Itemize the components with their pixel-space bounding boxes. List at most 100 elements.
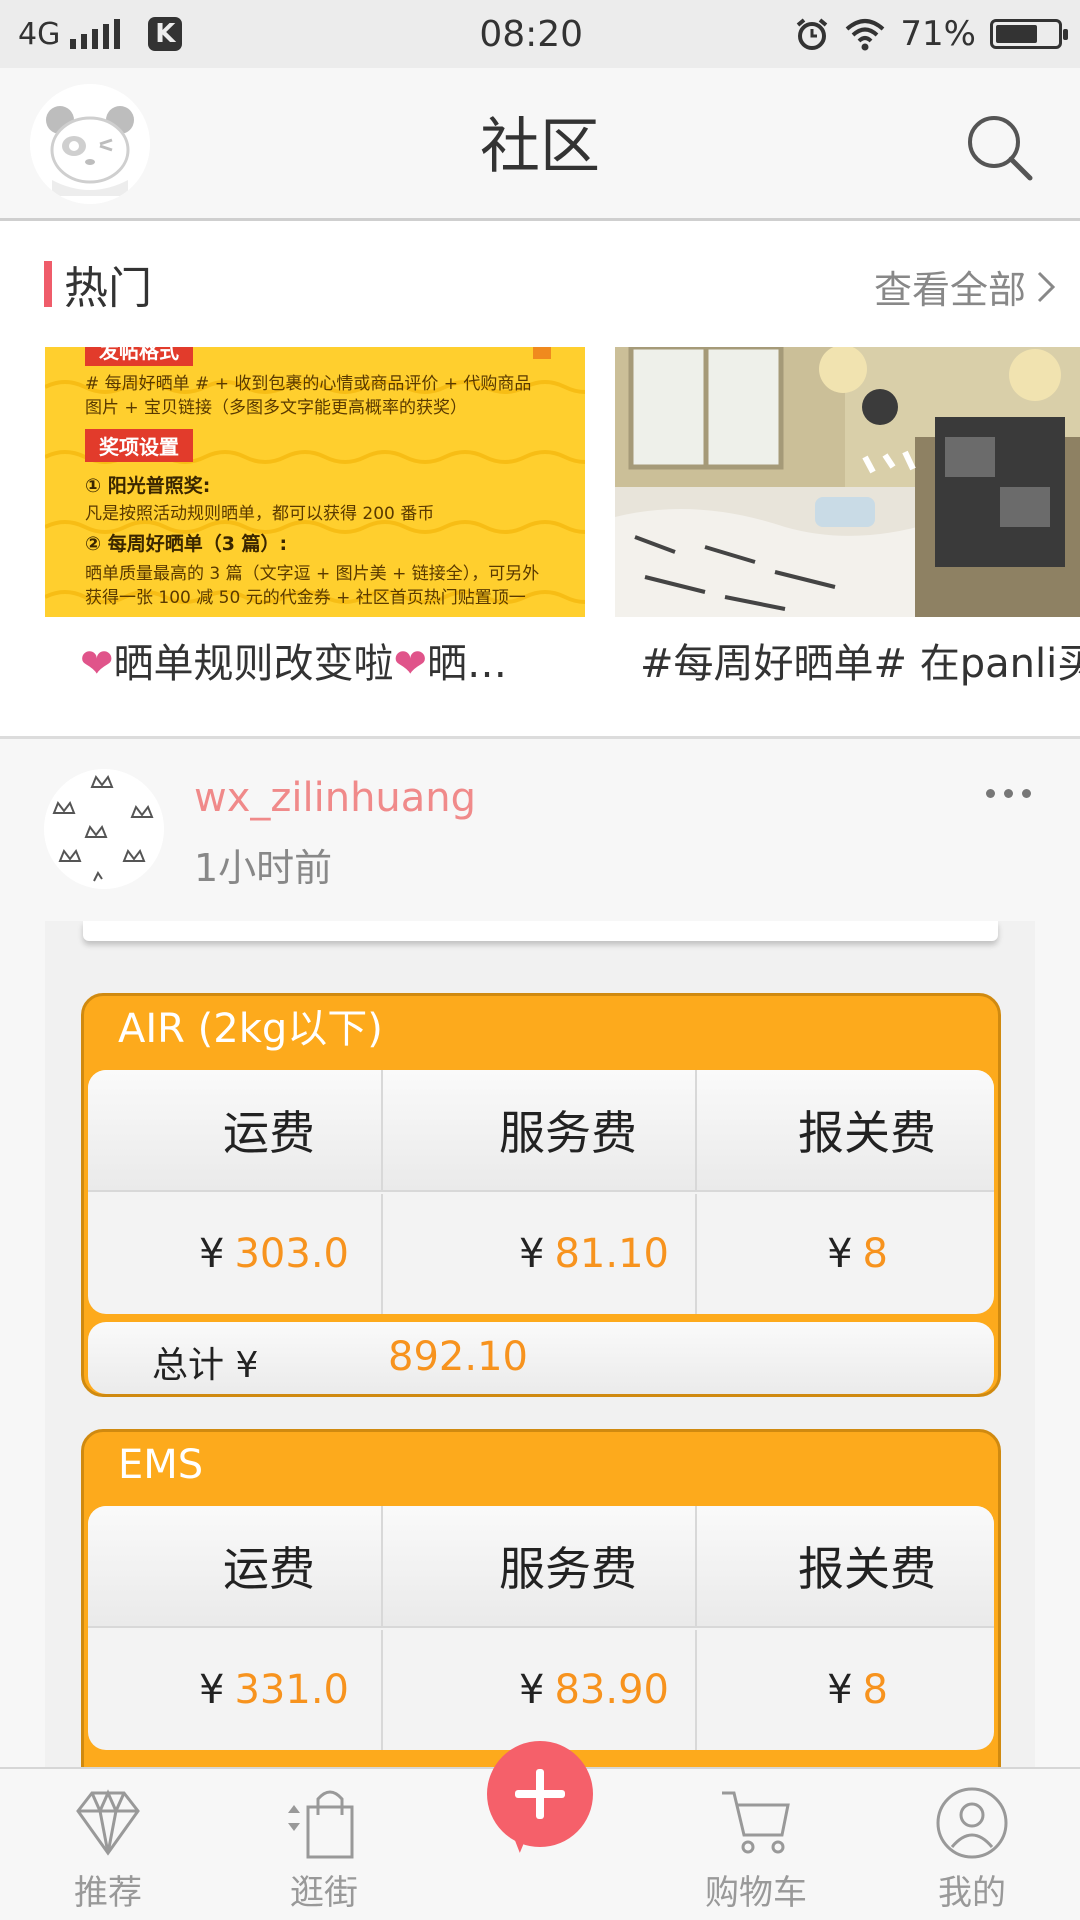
fee-amount: 331.0 [234,1667,349,1713]
hot-title: 热门 [64,263,152,314]
fee-box-air: AIR (2kg以下) 运费 服务费 报关费 ¥303.0 ¥81.10 ¥8 … [81,993,1001,1397]
paper-edge [83,921,998,941]
search-icon [968,116,1033,181]
section-accent-bar [44,261,52,307]
fee-header-row: 运费 服务费 报关费 [88,1506,994,1628]
currency-symbol: ¥ [199,1231,225,1277]
poster-line: 晒单质量最高的 3 篇（文字逗 + 图片美 + 链接全），可另外 [85,564,540,584]
clock: 08:20 [479,13,584,55]
hot-header: 热门 [44,259,152,314]
alarm-icon [797,18,828,50]
hot-card-image-bedroom[interactable] [615,347,1080,617]
status-bar: 4G K 08:20 71% [0,0,1080,68]
hot-section: 热门 查看全部 发帖格式 # 每周好晒单 # + 收到包裹的心情或商品评价 + … [0,221,1080,736]
fee-box-ems: EMS 运费 服务费 报关费 ¥331.0 ¥83.90 ¥8 [81,1429,1001,1767]
fee-value-row: ¥303.0 ¥81.10 ¥8 [88,1194,994,1314]
poster-line: ② 每周好晒单（3 篇）: [85,533,288,555]
tab-recommend[interactable]: 推荐 [28,1769,188,1920]
view-all-label: 查看全部 [873,268,1026,312]
fee-amount: 303.0 [234,1231,349,1277]
tab-label: 逛街 [290,1873,358,1913]
total-label: 总计 ¥ [152,1345,259,1386]
fee-header-row: 运费 服务费 报关费 [88,1070,994,1192]
poster-line: 获得一张 100 减 50 元的代金券 + 社区首页热门贴置顶一 [85,588,526,608]
hot-card-image-rules[interactable]: 发帖格式 # 每周好晒单 # + 收到包裹的心情或商品评价 + 代购商品 图片 … [45,347,585,617]
caption-text: 晒单规则改变啦 [113,641,394,687]
post-timestamp: 1小时前 [194,846,333,890]
caption-tail: 晒… [427,641,508,687]
fee-value: ¥8 [697,1194,994,1314]
hot-card-caption[interactable]: ❤晒单规则改变啦❤晒… [80,631,560,689]
status-left: 4G K [18,17,378,52]
poster-line: 图片 + 宝贝链接（多图多文字能更高概率的获奖） [85,398,468,418]
shopping-bag-icon [288,1790,354,1859]
more-dot [1022,788,1031,798]
user-icon [936,1787,1008,1859]
fee-table: 运费 服务费 报关费 ¥331.0 ¥83.90 ¥8 [88,1506,994,1750]
post-username[interactable]: wx_zilinhuang [194,775,476,821]
fee-header: 报关费 [798,1542,936,1596]
fee-header: 服务费 [383,1506,697,1626]
fee-amount: 81.10 [554,1231,669,1277]
tab-label: 我的 [938,1873,1006,1913]
cart-icon [722,1791,790,1854]
fee-amount: 83.90 [554,1667,669,1713]
tab-label: 推荐 [74,1873,142,1913]
fee-header: 服务费 [383,1070,697,1190]
fee-header: 报关费 [798,1106,936,1160]
wifi-icon [846,19,885,51]
bottom-tab-bar: 推荐 逛街 购物车 我的 [0,1741,1080,1920]
more-dot [986,788,995,798]
tab-mine[interactable]: 我的 [892,1769,1052,1920]
signal-icon [70,19,121,49]
fee-header: 运费 [88,1070,383,1190]
battery-level [996,25,1037,43]
fee-value: ¥83.90 [383,1630,697,1750]
chevron-right-icon [1037,271,1056,302]
diamond-icon [76,1789,140,1856]
more-dot [1004,788,1013,798]
tab-label: 购物车 [705,1873,807,1913]
view-all-link[interactable]: 查看全部 [874,259,1056,314]
fee-value: ¥8 [697,1630,994,1750]
battery-percent: 71% [900,14,976,54]
fee-amount: 8 [862,1667,888,1713]
fee-value: ¥81.10 [383,1194,697,1314]
poster-tag-awards: 奖项设置 [85,429,193,462]
currency-symbol: ¥ [519,1231,545,1277]
currency-symbol: ¥ [827,1231,853,1277]
currency-symbol: ¥ [827,1667,853,1713]
tab-cart[interactable]: 购物车 [676,1769,836,1920]
fee-value: ¥331.0 [88,1630,383,1750]
battery-icon [990,19,1068,49]
user-avatar[interactable] [44,769,164,889]
fee-table: 运费 服务费 报关费 ¥303.0 ¥81.10 ¥8 [88,1070,994,1314]
bedroom-photo [615,347,1080,617]
fee-amount: 8 [862,1231,888,1277]
fee-box-title: AIR (2kg以下) [118,1006,383,1052]
poster-tag-format: 发帖格式 [85,347,193,366]
more-options-button[interactable] [986,783,1036,803]
currency-symbol: ¥ [199,1667,225,1713]
crown-pattern-avatar [44,769,164,889]
page-title: 社区 [480,112,600,182]
fee-total-row: 总计 ¥ 892.10 [88,1322,994,1394]
fee-box-title: EMS [118,1442,204,1488]
fee-value-row: ¥331.0 ¥83.90 ¥8 [88,1630,994,1750]
heart-icon: ❤ [393,641,428,687]
poster-line: ① 阳光普照奖: [85,475,211,497]
status-right: 71% [794,14,1068,54]
hot-card-caption[interactable]: #每周好晒单# 在panli买 [640,631,1080,689]
fee-value: ¥303.0 [88,1194,383,1314]
fee-header: 运费 [88,1506,383,1626]
poster-line: # 每周好晒单 # + 收到包裹的心情或商品评价 + 代购商品 [85,374,532,394]
poster-line: 凡是按照活动规则晒单，都可以获得 200 番币 [85,504,435,524]
currency-symbol: ¥ [519,1667,545,1713]
network-type: 4G [18,16,61,52]
top-header: 社区 [0,68,1080,221]
tab-browse[interactable]: 逛街 [244,1769,404,1920]
post-image[interactable]: AIR (2kg以下) 运费 服务费 报关费 ¥303.0 ¥81.10 ¥8 … [45,921,1035,1767]
post-card: wx_zilinhuang 1小时前 AIR (2kg以下) 运费 服务费 报关… [0,739,1080,1767]
search-button[interactable] [960,108,1040,188]
total-amount: 892.10 [388,1334,528,1380]
